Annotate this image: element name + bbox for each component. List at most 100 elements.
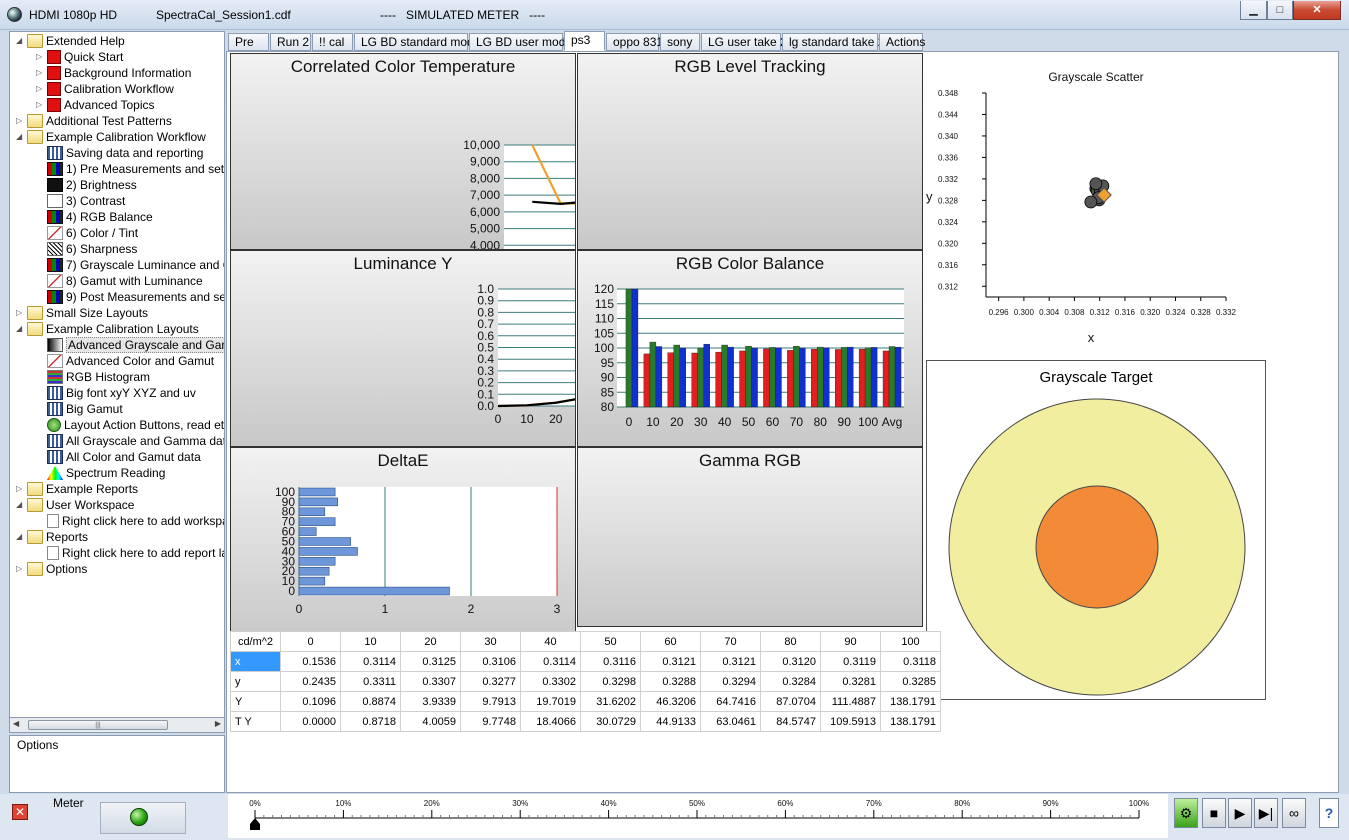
table-cell[interactable]: 0.0000	[280, 711, 341, 732]
close-button[interactable]: ✕	[1293, 1, 1341, 20]
table-cell[interactable]: 60	[640, 631, 701, 652]
tree-item[interactable]: ▷ Quick Start	[36, 49, 123, 65]
tree-expander-icon[interactable]: ▷	[36, 97, 45, 113]
tree-expander-icon[interactable]: ◢	[16, 129, 25, 145]
table-cell[interactable]: 84.5747	[760, 711, 821, 732]
table-cell[interactable]: 0.3294	[700, 671, 761, 692]
play-button[interactable]: ▶	[1228, 798, 1252, 828]
tree-item[interactable]: Big Gamut	[36, 401, 123, 417]
tab-3[interactable]: LG BD standard mode	[354, 33, 480, 51]
table-cell[interactable]: 0.1536	[280, 651, 341, 672]
table-cell[interactable]: 0.3285	[880, 671, 941, 692]
tree-item[interactable]: Right click here to add report lay	[36, 545, 224, 561]
scroll-left-arrow-icon[interactable]: ◀	[13, 719, 19, 728]
table-cell[interactable]: 0.3284	[760, 671, 821, 692]
tree-item[interactable]: ◢ Reports	[16, 529, 88, 545]
table-cell[interactable]: 0.3311	[340, 671, 401, 692]
tab-0[interactable]: Pre	[228, 33, 269, 51]
table-cell[interactable]: 0.3114	[340, 651, 401, 672]
table-cell[interactable]: 31.6202	[580, 691, 641, 712]
tree-item[interactable]: Right click here to add workspa	[36, 513, 224, 529]
auto-read-button[interactable]: ⚙	[1174, 798, 1198, 828]
table-cell[interactable]: 3.9339	[400, 691, 461, 712]
table-cell[interactable]: 0	[280, 631, 341, 652]
tree-item[interactable]: 2) Brightness	[36, 177, 137, 193]
tab-9[interactable]: lg standard take 2	[782, 33, 884, 51]
tab-6[interactable]: oppo 831	[606, 33, 663, 51]
step-button[interactable]: ▶|	[1254, 798, 1278, 828]
scroll-thumb[interactable]: |||	[28, 720, 168, 730]
table-cell[interactable]: 0.3281	[820, 671, 881, 692]
continuous-button[interactable]: ∞	[1282, 798, 1306, 828]
table-cell[interactable]: 63.0461	[700, 711, 761, 732]
tree-item[interactable]: All Color and Gamut data	[36, 449, 201, 465]
table-cell[interactable]: 0.3121	[700, 651, 761, 672]
tree-expander-icon[interactable]: ◢	[16, 33, 25, 49]
tree-item[interactable]: Big font xyY XYZ and uv	[36, 385, 196, 401]
tree-item[interactable]: 9) Post Measurements and settin	[36, 289, 224, 305]
table-cell[interactable]: 0.3119	[820, 651, 881, 672]
maximize-button[interactable]: □	[1267, 1, 1293, 20]
table-cell[interactable]: 4.0059	[400, 711, 461, 732]
table-cell[interactable]: 0.3277	[460, 671, 521, 692]
table-cell[interactable]: 64.7416	[700, 691, 761, 712]
table-cell[interactable]: 0.3121	[640, 651, 701, 672]
tree-expander-icon[interactable]: ▷	[16, 561, 25, 577]
table-cell[interactable]: 30	[460, 631, 521, 652]
help-button[interactable]: ?	[1319, 798, 1339, 828]
tab-8[interactable]: LG user take 2	[701, 33, 787, 51]
tab-4[interactable]: LG BD user mode	[469, 33, 572, 51]
tree-item[interactable]: 4) RGB Balance	[36, 209, 153, 225]
table-cell[interactable]: 0.3302	[520, 671, 581, 692]
tree-item[interactable]: 7) Grayscale Luminance and Ga	[36, 257, 224, 273]
tree-item[interactable]: ◢ User Workspace	[16, 497, 134, 513]
table-cell[interactable]: 70	[700, 631, 761, 652]
tree-item[interactable]: Spectrum Reading	[36, 465, 165, 481]
row-header-cell[interactable]: cd/m^2	[230, 631, 281, 652]
tree-horizontal-scrollbar[interactable]: ◀ ||| ▶	[9, 717, 225, 733]
table-cell[interactable]: 0.8874	[340, 691, 401, 712]
row-header-cell[interactable]: y	[230, 671, 281, 692]
table-cell[interactable]: 0.3288	[640, 671, 701, 692]
tree-item[interactable]: 1) Pre Measurements and setting	[36, 161, 224, 177]
table-cell[interactable]: 30.0729	[580, 711, 641, 732]
table-cell[interactable]: 50	[580, 631, 641, 652]
table-cell[interactable]: 100	[880, 631, 941, 652]
tree-item[interactable]: ▷ Background Information	[36, 65, 191, 81]
table-cell[interactable]: 0.8718	[340, 711, 401, 732]
tree-item[interactable]: ◢ Example Calibration Workflow	[16, 129, 206, 145]
tree-item[interactable]: 3) Contrast	[36, 193, 125, 209]
tree-item[interactable]: ◢ Example Calibration Layouts	[16, 321, 199, 337]
table-cell[interactable]: 9.7748	[460, 711, 521, 732]
table-cell[interactable]: 0.3116	[580, 651, 641, 672]
tree-expander-icon[interactable]: ◢	[16, 321, 25, 337]
table-cell[interactable]: 20	[400, 631, 461, 652]
table-cell[interactable]: 0.2435	[280, 671, 341, 692]
minimize-button[interactable]: ▁	[1240, 1, 1267, 20]
row-header-cell[interactable]: x	[230, 651, 281, 672]
table-cell[interactable]: 0.3307	[400, 671, 461, 692]
table-cell[interactable]: 0.3114	[520, 651, 581, 672]
tree-expander-icon[interactable]: ◢	[16, 497, 25, 513]
table-cell[interactable]: 0.3125	[400, 651, 461, 672]
tree-item[interactable]: ▷ Additional Test Patterns	[16, 113, 172, 129]
tree-item[interactable]: Advanced Grayscale and Gamm	[36, 337, 224, 353]
tree-item[interactable]: All Grayscale and Gamma data	[36, 433, 224, 449]
table-cell[interactable]: 19.7019	[520, 691, 581, 712]
table-cell[interactable]: 0.3120	[760, 651, 821, 672]
table-cell[interactable]: 9.7913	[460, 691, 521, 712]
table-cell[interactable]: 138.1791	[880, 691, 941, 712]
table-cell[interactable]: 90	[820, 631, 881, 652]
tree-expander-icon[interactable]: ▷	[36, 81, 45, 97]
tree-item[interactable]: RGB Histogram	[36, 369, 150, 385]
row-header-cell[interactable]: T Y	[230, 711, 281, 732]
table-cell[interactable]: 0.1096	[280, 691, 341, 712]
tree-expander-icon[interactable]: ▷	[36, 49, 45, 65]
table-cell[interactable]: 80	[760, 631, 821, 652]
tree-item[interactable]: Saving data and reporting	[36, 145, 203, 161]
table-cell[interactable]: 111.4887	[820, 691, 881, 712]
tree-item[interactable]: 6) Color / Tint	[36, 225, 138, 241]
table-cell[interactable]: 0.3298	[580, 671, 641, 692]
tree-expander-icon[interactable]: ▷	[16, 113, 25, 129]
tree-item[interactable]: ▷ Small Size Layouts	[16, 305, 148, 321]
